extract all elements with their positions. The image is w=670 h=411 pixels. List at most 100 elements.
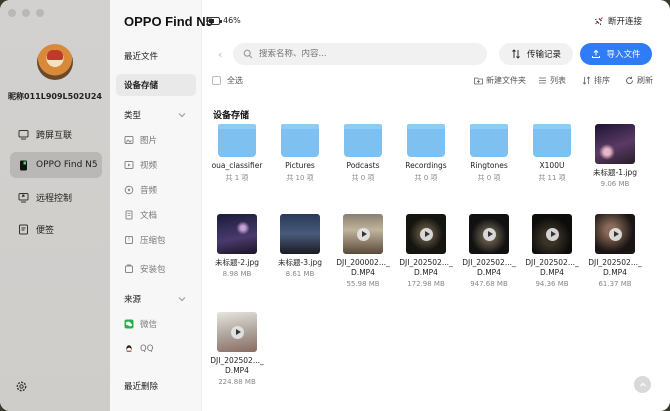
nav-type-videos[interactable]: 视频 (116, 154, 196, 176)
file-name: DJI_200002..._ D.MP4 (336, 258, 390, 277)
scroll-to-top-button[interactable] (634, 376, 651, 393)
sidebar-item-device[interactable]: OPPO Find N5 (10, 152, 102, 178)
video-tile[interactable]: DJI_202502..._ D.MP4 61.37 MB (585, 214, 645, 288)
file-name: 未标题-2.jpg (215, 258, 259, 267)
sidebar-item-notes[interactable]: 便签 (10, 216, 102, 242)
nav-type-images[interactable]: 图片 (116, 129, 196, 151)
new-folder-button[interactable]: 新建文件夹 (474, 75, 526, 86)
avatar[interactable] (37, 44, 73, 80)
folder-tile[interactable]: oua_classifier 共 1 项 (207, 124, 267, 183)
select-all-checkbox[interactable] (212, 76, 221, 85)
file-meta: 共 0 项 (477, 174, 501, 182)
transfer-history-button[interactable]: 传输记录 (499, 43, 573, 65)
audio-icon (124, 185, 134, 195)
sort-button[interactable]: 排序 (582, 75, 610, 86)
nav-label: 最近文件 (124, 52, 159, 62)
nav-device-storage[interactable]: 设备存储 (116, 74, 196, 96)
unlink-icon (595, 17, 603, 25)
image-tile[interactable]: 未标题-2.jpg 8.98 MB (207, 214, 267, 278)
new-folder-label: 新建文件夹 (486, 76, 526, 85)
nav-source-qq[interactable]: QQ (116, 338, 196, 360)
file-name: DJI_202502..._ D.MP4 (588, 258, 642, 277)
search-box[interactable] (233, 43, 487, 65)
video-tile[interactable]: DJI_200002..._ D.MP4 55.98 MB (333, 214, 393, 288)
play-icon (230, 325, 244, 339)
file-meta: 共 0 项 (414, 174, 438, 182)
refresh-button[interactable]: 刷新 (625, 75, 653, 86)
user-nickname: 昵称011L909L502U24 (8, 92, 102, 101)
video-tile[interactable]: DJI_202502..._ D.MP4 224.88 MB (207, 312, 267, 386)
file-meta: 共 1 项 (225, 174, 249, 182)
nav-type-audio[interactable]: 音频 (116, 179, 196, 201)
battery-icon (207, 17, 222, 25)
transfer-icon (512, 49, 520, 59)
file-name: Recordings (405, 161, 447, 170)
nav-source-wechat[interactable]: 微信 (116, 313, 196, 335)
chevron-down-icon[interactable] (178, 111, 186, 119)
play-icon (356, 227, 370, 241)
select-all-label[interactable]: 全选 (227, 75, 243, 86)
nav-type-archives[interactable]: 压缩包 (116, 229, 196, 251)
sidebar-item-screen-cast[interactable]: 跨屏互联 (10, 121, 102, 147)
video-tile[interactable]: DJI_202502..._ D.MP4 94.36 MB (522, 214, 582, 288)
video-icon (124, 160, 134, 170)
file-meta: 947.68 MB (470, 280, 508, 288)
video-tile[interactable]: DJI_202502..._ D.MP4 947.68 MB (459, 214, 519, 288)
battery-percentage: 46% (223, 16, 241, 25)
nav-type-packages[interactable]: 安装包 (116, 258, 196, 280)
image-thumbnail (217, 214, 257, 254)
import-label: 导入文件 (606, 50, 641, 60)
gear-icon[interactable] (15, 380, 28, 393)
list-view-button[interactable]: 列表 (538, 75, 566, 86)
nav-label: 文档 (140, 211, 158, 221)
disconnect-button[interactable]: 断开连接 (594, 15, 642, 27)
import-file-button[interactable]: 导入文件 (580, 43, 652, 65)
folder-tile[interactable]: X100U 共 11 项 (522, 124, 582, 183)
nav-label: 音频 (140, 186, 158, 196)
nav-recently-deleted[interactable]: 最近删除 (116, 375, 196, 397)
new-folder-icon (474, 77, 483, 85)
folder-tile[interactable]: Pictures 共 10 项 (270, 124, 330, 183)
app-window: 昵称011L909L502U24 跨屏互联 OPPO Find N5 远程控制 … (0, 0, 670, 411)
nav-recent-files[interactable]: 最近文件 (116, 45, 196, 67)
nav-type-documents[interactable]: 文档 (116, 204, 196, 226)
image-icon (124, 135, 134, 145)
video-thumbnail (406, 214, 446, 254)
file-meta: 共 10 项 (286, 174, 314, 182)
file-meta: 94.36 MB (535, 280, 569, 288)
sidebar-item-remote-control[interactable]: 远程控制 (10, 184, 102, 210)
file-meta: 共 0 项 (351, 174, 375, 182)
note-icon (18, 224, 29, 235)
nav-label: 设备存储 (124, 81, 159, 91)
nav-label: 最近删除 (124, 382, 159, 392)
refresh-icon (626, 76, 633, 84)
video-tile[interactable]: DJI_202502..._ D.MP4 172.98 MB (396, 214, 456, 288)
file-name: Podcasts (346, 161, 380, 170)
folder-tile[interactable]: Recordings 共 0 项 (396, 124, 456, 183)
video-thumbnail (217, 312, 257, 352)
archive-icon (124, 235, 134, 245)
wechat-icon (124, 319, 134, 329)
back-icon[interactable]: ‹ (218, 48, 222, 61)
arrow-up-icon (639, 382, 646, 386)
screen-cast-icon (18, 129, 29, 140)
image-thumbnail (595, 124, 635, 164)
nav-label: 微信 (140, 320, 158, 330)
sort-label: 排序 (594, 76, 610, 85)
list-view-label: 列表 (550, 76, 566, 85)
left-sidebar: 昵称011L909L502U24 跨屏互联 OPPO Find N5 远程控制 … (0, 0, 110, 411)
close-window-button[interactable] (8, 9, 16, 17)
image-tile[interactable]: 未标题-1.jpg 9.06 MB (585, 124, 645, 188)
chevron-down-icon[interactable] (178, 295, 186, 303)
file-meta: 9.06 MB (600, 180, 630, 188)
folder-tile[interactable]: Podcasts 共 0 项 (333, 124, 393, 183)
search-input[interactable] (259, 49, 459, 59)
maximize-window-button[interactable] (36, 9, 44, 17)
play-icon (482, 227, 496, 241)
nav-label: 视频 (140, 161, 158, 171)
image-tile[interactable]: 未标题-3.jpg 8.61 MB (270, 214, 330, 278)
folder-tile[interactable]: Ringtones 共 0 项 (459, 124, 519, 183)
refresh-label: 刷新 (637, 76, 653, 85)
minimize-window-button[interactable] (22, 9, 30, 17)
file-name: 未标题-3.jpg (278, 258, 322, 267)
